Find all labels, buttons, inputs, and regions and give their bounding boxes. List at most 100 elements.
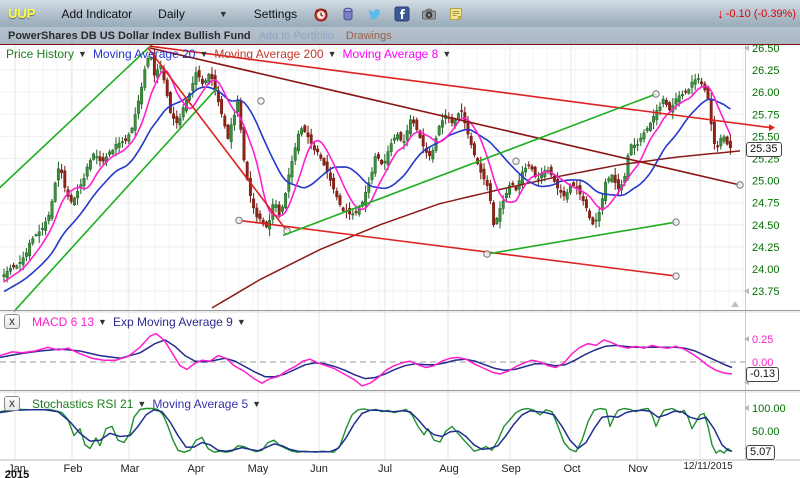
chart-canvas[interactable]: 26.5026.2526.0025.7525.5025.2525.0024.75… xyxy=(0,45,800,478)
candle-body xyxy=(688,90,690,94)
stoch-ma-label: Moving Average 5 xyxy=(152,397,248,411)
candle-body xyxy=(374,157,376,174)
toolbar-icons xyxy=(313,6,464,22)
ma200-dropdown[interactable]: Moving Average 200 ▼ xyxy=(214,47,336,61)
timeframe-caret-icon[interactable]: ▼ xyxy=(219,9,228,19)
trendline-handle[interactable] xyxy=(673,273,679,279)
candle-body xyxy=(323,158,325,165)
candle-body xyxy=(102,158,104,162)
candle-body xyxy=(592,218,594,224)
candle-body xyxy=(278,205,280,215)
stoch-tick-label: 100.00 xyxy=(752,403,786,415)
candle-body xyxy=(179,118,181,125)
drawings-menu[interactable]: Drawings xyxy=(346,30,392,42)
month-label: Feb xyxy=(64,463,83,475)
facebook-icon[interactable] xyxy=(394,6,410,22)
candle-body xyxy=(393,138,395,140)
drawing-handle[interactable] xyxy=(258,98,264,104)
trendline-handle[interactable] xyxy=(737,182,743,188)
candle-body xyxy=(720,138,722,146)
settings-button[interactable]: Settings xyxy=(254,7,297,21)
axis-marker-icon xyxy=(744,288,749,294)
stoch-dropdown[interactable]: Stochastics RSI 21 ▼ xyxy=(32,397,146,411)
trendline-arrow-icon xyxy=(769,124,775,131)
macd-close-button[interactable]: X xyxy=(4,314,20,329)
month-label: Mar xyxy=(121,463,140,475)
candle-body xyxy=(140,87,142,104)
axis-marker-icon xyxy=(744,405,749,411)
month-label: Apr xyxy=(187,463,204,475)
trendline-handle[interactable] xyxy=(653,91,659,97)
candle-body xyxy=(275,205,277,208)
candle-body xyxy=(307,133,309,137)
chevron-down-icon[interactable]: ▼ xyxy=(328,49,337,59)
symbol-label[interactable]: UUP xyxy=(8,6,35,21)
chevron-down-icon[interactable]: ▼ xyxy=(98,317,107,327)
candle-body xyxy=(41,228,43,229)
candle-body xyxy=(28,243,30,256)
twitter-icon[interactable] xyxy=(367,6,383,22)
candle-body xyxy=(12,265,14,267)
trendline-handle[interactable] xyxy=(673,219,679,225)
change-text: -0.10 (-0.39%) xyxy=(726,8,796,20)
price-history-dropdown[interactable]: Price History ▼ xyxy=(6,47,87,61)
chevron-down-icon[interactable]: ▼ xyxy=(137,399,146,409)
timeframe-dropdown[interactable]: Daily xyxy=(158,7,185,21)
trendline-handle[interactable] xyxy=(484,251,490,257)
candle-body xyxy=(726,137,728,144)
stoch-ma-dropdown[interactable]: Moving Average 5 ▼ xyxy=(152,397,261,411)
ma20-dropdown[interactable]: Moving Average 20 ▼ xyxy=(93,47,208,61)
ma200-label: Moving Average 200 xyxy=(214,47,323,61)
candle-body xyxy=(438,126,440,135)
candle-body xyxy=(44,222,46,231)
candle-body xyxy=(182,108,184,117)
trendline[interactable] xyxy=(239,220,676,276)
database-icon[interactable] xyxy=(340,6,356,22)
candle-body xyxy=(166,80,168,96)
macd-dropdown[interactable]: MACD 6 13 ▼ xyxy=(32,315,107,329)
macd-tick-label: 0.25 xyxy=(752,334,773,346)
candle-body xyxy=(668,103,670,111)
candle-body xyxy=(380,160,382,164)
month-label: Aug xyxy=(439,463,459,475)
stoch-close-button[interactable]: X xyxy=(4,396,20,411)
chevron-down-icon[interactable]: ▼ xyxy=(252,399,261,409)
candle-body xyxy=(86,167,88,176)
candle-body xyxy=(694,80,696,84)
candle-body xyxy=(192,83,194,90)
trendline-handle[interactable] xyxy=(236,217,242,223)
scroll-up-icon[interactable] xyxy=(731,301,739,307)
candle-body xyxy=(256,208,258,217)
toolbar: UUP Add Indicator Daily ▼ Settings xyxy=(0,0,800,28)
candle-body xyxy=(512,183,514,185)
chevron-down-icon[interactable]: ▼ xyxy=(442,49,451,59)
candle-body xyxy=(492,203,494,225)
drawing-handle[interactable] xyxy=(513,158,519,164)
candle-body xyxy=(48,215,50,221)
candle-body xyxy=(137,101,139,114)
candle-body xyxy=(281,207,283,212)
add-to-portfolio-link[interactable]: Add to Portfolio xyxy=(259,30,334,42)
add-indicator-button[interactable]: Add Indicator xyxy=(61,7,132,21)
candle-body xyxy=(35,235,37,236)
price-tick-label: 25.75 xyxy=(752,109,780,121)
trendline[interactable] xyxy=(487,222,676,254)
notes-icon[interactable] xyxy=(448,6,464,22)
candle-body xyxy=(428,151,430,155)
candle-body xyxy=(121,142,123,143)
candle-body xyxy=(659,107,661,111)
chevron-down-icon[interactable]: ▼ xyxy=(199,49,208,59)
macd-label: MACD 6 13 xyxy=(32,315,94,329)
candle-body xyxy=(291,161,293,177)
ma8-dropdown[interactable]: Moving Average 8 ▼ xyxy=(343,47,452,61)
candle-body xyxy=(537,179,539,180)
chevron-down-icon[interactable]: ▼ xyxy=(78,49,87,59)
trendline[interactable] xyxy=(14,87,218,312)
camera-icon[interactable] xyxy=(421,6,437,22)
alarm-icon[interactable] xyxy=(313,6,329,22)
chevron-down-icon[interactable]: ▼ xyxy=(237,317,246,327)
stoch-value-box: 5.07 xyxy=(746,445,775,460)
down-arrow-icon: ↓ xyxy=(717,6,724,21)
macd-ema-dropdown[interactable]: Exp Moving Average 9 ▼ xyxy=(113,315,246,329)
candle-body xyxy=(32,239,34,244)
